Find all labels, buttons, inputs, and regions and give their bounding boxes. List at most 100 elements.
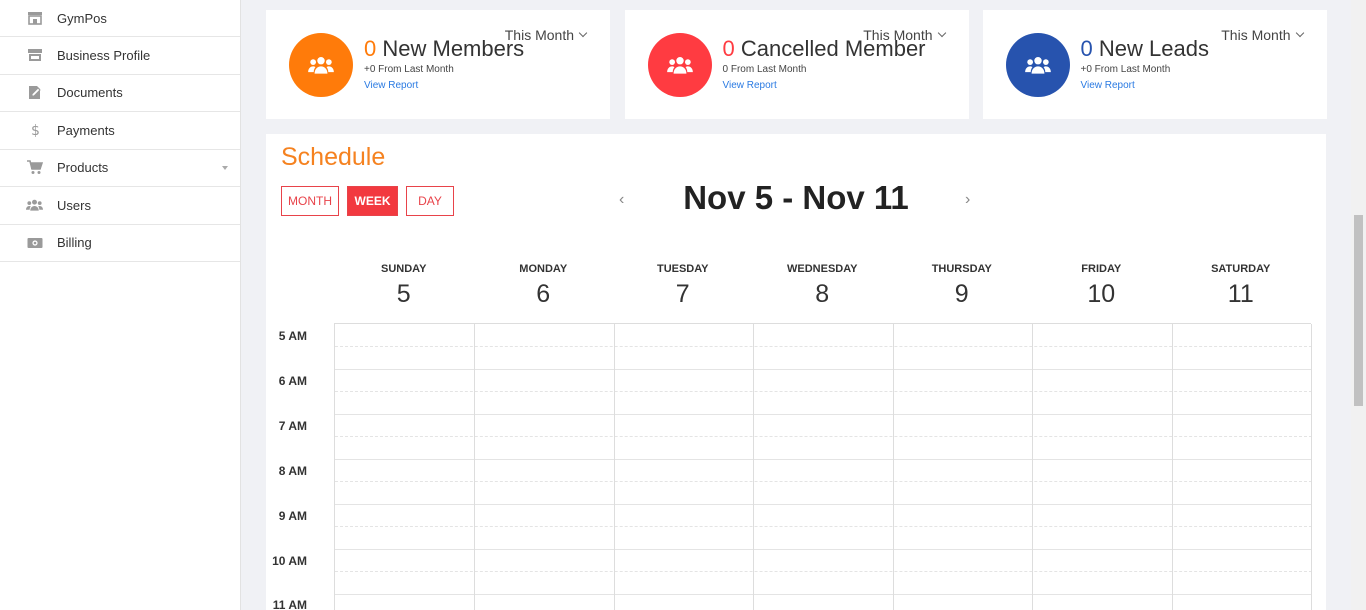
time-label: 8 AM xyxy=(278,464,307,478)
new-leads-card: This Month 0 New Leads +0 From Last Mont… xyxy=(982,10,1327,119)
sidebar-item-label: GymPos xyxy=(57,10,107,26)
stat-heading: 0 New Members xyxy=(364,36,524,62)
sidebar-item-business-profile[interactable]: Business Profile xyxy=(0,37,240,75)
sidebar-item-label: Business Profile xyxy=(57,47,151,63)
day-header: SATURDAY 11 xyxy=(1171,263,1311,309)
schedule-panel: Schedule MONTH WEEK DAY ‹ Nov 5 - Nov 11… xyxy=(266,134,1326,610)
sidebar-item-documents[interactable]: Documents xyxy=(0,75,240,112)
day-name: FRIDAY xyxy=(1081,263,1122,275)
day-number: 7 xyxy=(675,280,690,308)
sidebar-item-label: Billing xyxy=(57,235,92,251)
day-column-line xyxy=(614,324,615,610)
scrollbar-thumb[interactable] xyxy=(1354,215,1363,406)
half-hour-line xyxy=(335,436,1312,437)
time-label: 10 AM xyxy=(272,554,307,568)
view-report-link[interactable]: View Report xyxy=(723,80,777,91)
time-label: 11 AM xyxy=(272,598,307,610)
cancelled-circle xyxy=(647,33,712,97)
day-number: 8 xyxy=(815,280,830,308)
day-header: FRIDAY 10 xyxy=(1032,263,1172,309)
day-name: SATURDAY xyxy=(1211,263,1271,275)
day-column-line xyxy=(1172,324,1173,610)
cancelled-member-card: This Month 0 Cancelled Member 0 From Las… xyxy=(624,10,969,119)
stat-title: New Leads xyxy=(1098,36,1209,61)
day-header: TUESDAY 7 xyxy=(613,263,753,309)
storefront-icon xyxy=(26,47,43,63)
sidebar-item-billing[interactable]: Billing xyxy=(0,225,240,262)
billing-icon xyxy=(26,235,43,251)
day-name: MONDAY xyxy=(519,263,568,275)
users-icon xyxy=(308,57,334,74)
dollar-icon: $ xyxy=(26,122,43,138)
stat-comparison: +0 From Last Month xyxy=(1080,64,1171,75)
chevron-down-icon xyxy=(578,28,588,38)
stat-heading: 0 New Leads xyxy=(1081,36,1209,62)
day-view-button[interactable]: DAY xyxy=(406,186,454,216)
sidebar-item-products[interactable]: Products xyxy=(0,150,240,187)
day-number: 9 xyxy=(954,280,969,308)
hour-line xyxy=(335,414,1312,415)
week-view-button[interactable]: WEEK xyxy=(347,186,398,216)
stat-count: 0 xyxy=(364,36,377,61)
svg-text:$: $ xyxy=(31,123,40,138)
day-number: 10 xyxy=(1087,280,1116,308)
period-dropdown[interactable]: This Month xyxy=(1221,27,1304,43)
half-hour-line xyxy=(335,571,1312,572)
day-column-line xyxy=(1032,324,1033,610)
week-grid[interactable]: 5 AM 6 AM 7 AM 8 AM 9 AM 10 AM 11 AM xyxy=(272,323,1312,610)
users-icon xyxy=(1024,57,1051,74)
day-header: WEDNESDAY 8 xyxy=(753,263,893,309)
day-column-line xyxy=(474,324,475,610)
stat-comparison: +0 From Last Month xyxy=(364,64,454,75)
day-column-line xyxy=(893,324,894,610)
day-header: SUNDAY 5 xyxy=(334,263,474,309)
cart-icon xyxy=(26,160,43,176)
schedule-title: Schedule xyxy=(281,143,386,171)
period-label: This Month xyxy=(1221,27,1291,43)
time-label: 5 AM xyxy=(278,329,307,343)
chevron-down-icon xyxy=(937,28,946,38)
stat-count: 0 xyxy=(722,36,735,61)
day-number: 6 xyxy=(536,280,551,308)
date-range-title: Nov 5 - Nov 11 xyxy=(683,179,909,216)
stat-comparison: 0 From Last Month xyxy=(722,64,807,75)
stat-title: New Members xyxy=(382,36,525,61)
sidebar-item-users[interactable]: Users xyxy=(0,187,240,225)
stat-title: Cancelled Member xyxy=(740,36,926,61)
half-hour-line xyxy=(335,391,1312,392)
stat-count: 0 xyxy=(1080,36,1093,61)
new-members-card: This Month 0 New Members +0 From Last Mo… xyxy=(266,10,610,119)
sidebar-item-label: Users xyxy=(57,197,91,213)
sidebar: GymPos Business Profile Documents $ Paym… xyxy=(0,0,241,610)
day-header: MONDAY 6 xyxy=(474,263,614,309)
hour-line xyxy=(335,504,1312,505)
chevron-down-icon xyxy=(1295,28,1304,38)
half-hour-line xyxy=(335,526,1312,527)
members-circle xyxy=(289,33,353,97)
sidebar-item-payments[interactable]: $ Payments xyxy=(0,112,240,150)
day-number: 5 xyxy=(396,280,411,308)
day-name: THURSDAY xyxy=(931,263,992,275)
prev-week-arrow-icon[interactable]: ‹ xyxy=(619,191,624,209)
page-scrollbar[interactable] xyxy=(1351,0,1366,610)
day-column-line xyxy=(1311,324,1312,610)
leads-circle xyxy=(1005,33,1070,97)
hour-line xyxy=(335,549,1312,550)
users-icon xyxy=(26,197,43,213)
document-icon xyxy=(26,85,43,101)
time-label: 9 AM xyxy=(278,509,307,523)
hour-line xyxy=(335,369,1312,370)
day-name: TUESDAY xyxy=(656,263,709,275)
day-number: 11 xyxy=(1227,280,1254,308)
stat-heading: 0 Cancelled Member xyxy=(723,36,926,62)
time-label: 7 AM xyxy=(278,419,307,433)
view-report-link[interactable]: View Report xyxy=(1081,80,1135,91)
month-view-button[interactable]: MONTH xyxy=(281,186,339,216)
sidebar-item-label: Documents xyxy=(57,85,123,101)
sidebar-item-label: Products xyxy=(57,160,109,176)
time-label: 6 AM xyxy=(278,374,307,388)
next-week-arrow-icon[interactable]: › xyxy=(965,191,970,209)
sidebar-item-label: Payments xyxy=(57,122,115,138)
view-report-link[interactable]: View Report xyxy=(364,80,418,91)
sidebar-item-gympos[interactable]: GymPos xyxy=(0,0,240,37)
